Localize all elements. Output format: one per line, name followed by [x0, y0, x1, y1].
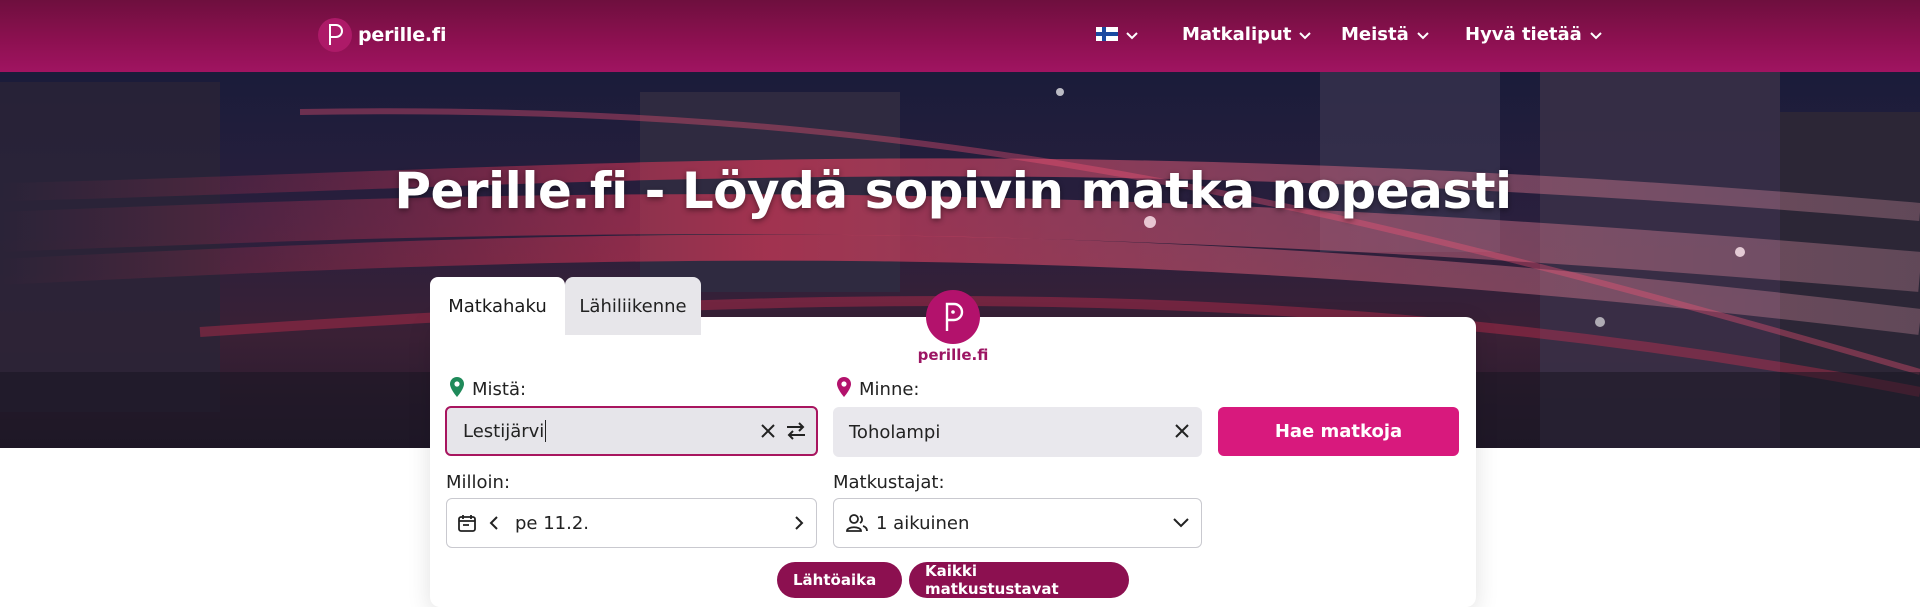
when-label-text: Milloin:: [446, 472, 511, 493]
location-pin-icon: [448, 376, 466, 403]
clear-from-icon[interactable]: [756, 419, 780, 443]
chevron-down-icon: [1126, 24, 1138, 45]
chevron-down-icon: [1299, 24, 1312, 45]
to-input[interactable]: Toholampi: [833, 407, 1202, 457]
to-label-text: Minne:: [859, 379, 920, 400]
location-pin-icon: [835, 376, 853, 403]
finland-flag-icon: [1096, 27, 1118, 41]
tab-lahiliikenne[interactable]: Lähiliikenne: [565, 277, 701, 335]
filter-all-modes-label: Kaikki matkustustavat: [925, 562, 1059, 598]
nav-matkaliput-label: Matkaliput: [1182, 23, 1292, 45]
tab-matkahaku[interactable]: Matkahaku: [430, 277, 565, 335]
nav-meista-label: Meistä: [1341, 23, 1409, 45]
to-label: Minne:: [835, 376, 920, 403]
tab-matkahaku-label: Matkahaku: [448, 295, 547, 317]
from-input-value: Lestijärvi: [463, 420, 545, 442]
date-value: pe 11.2.: [515, 512, 590, 534]
filter-departure-time-label: Lähtöaika: [793, 571, 877, 589]
filter-all-modes[interactable]: Kaikki matkustustavat: [909, 562, 1129, 598]
nav-hyva-tietaa[interactable]: Hyvä tietää: [1465, 0, 1602, 68]
clear-to-icon[interactable]: [1170, 419, 1194, 443]
nav-matkaliput[interactable]: Matkaliput: [1182, 0, 1312, 68]
calendar-icon: [457, 513, 477, 533]
language-selector[interactable]: [1096, 0, 1138, 68]
search-button[interactable]: Hae matkoja: [1218, 407, 1459, 456]
logo-text: perille.fi: [358, 24, 447, 46]
site-logo[interactable]: perille.fi: [318, 17, 446, 53]
to-input-value: Toholampi: [849, 421, 941, 443]
filter-departure-time[interactable]: Lähtöaika: [777, 562, 902, 598]
travellers-label: Matkustajat:: [833, 472, 945, 493]
logo-p-icon: [318, 18, 352, 52]
card-logo-icon: [926, 290, 980, 344]
when-label: Milloin:: [446, 472, 510, 493]
travellers-label-text: Matkustajat:: [833, 472, 945, 493]
swap-icon[interactable]: [784, 419, 808, 443]
travellers-icon: [846, 513, 868, 533]
date-picker[interactable]: pe 11.2.: [446, 498, 817, 548]
nav-hyva-tietaa-label: Hyvä tietää: [1465, 23, 1582, 45]
from-label-text: Mistä:: [472, 379, 527, 400]
top-navigation-bar: perille.fi Matkaliput Meistä Hyvä tietää: [0, 0, 1920, 72]
search-button-label: Hae matkoja: [1274, 421, 1403, 442]
chevron-down-icon: [1417, 24, 1429, 45]
text-caret: [545, 420, 547, 442]
chevron-down-icon: [1590, 24, 1602, 45]
nav-meista[interactable]: Meistä: [1341, 0, 1429, 68]
from-label: Mistä:: [448, 376, 526, 403]
chevron-left-icon[interactable]: [489, 515, 499, 531]
travellers-select[interactable]: 1 aikuinen: [833, 498, 1202, 548]
card-brand-text: perille.fi: [917, 346, 989, 364]
tab-lahiliikenne-label: Lähiliikenne: [579, 295, 687, 317]
chevron-down-icon: [1173, 518, 1189, 528]
travellers-value: 1 aikuinen: [876, 512, 970, 534]
page-title: Perille.fi - Löydä sopivin matka nopeast…: [394, 162, 1512, 220]
chevron-right-icon[interactable]: [794, 515, 804, 531]
